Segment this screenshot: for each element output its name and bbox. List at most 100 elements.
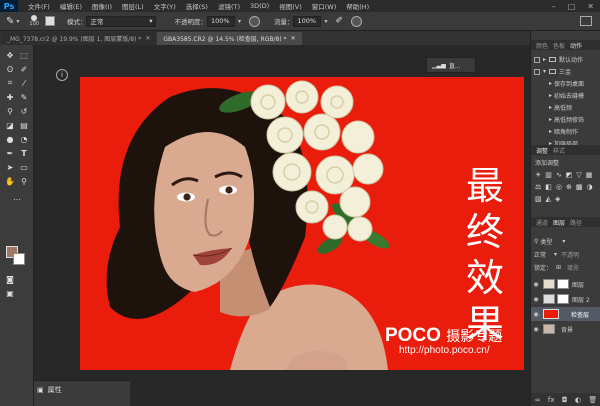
chevron-down-icon[interactable]: ▾	[324, 18, 327, 25]
channel-mixer-icon[interactable]: ⊕	[566, 183, 572, 191]
action-item[interactable]: ▸ 高低频	[531, 102, 600, 113]
zoom-tool-icon[interactable]: ⚲	[18, 175, 30, 187]
clone-stamp-tool-icon[interactable]: ⚲	[4, 105, 16, 117]
tab-paths[interactable]: 路径	[570, 218, 582, 227]
eraser-tool-icon[interactable]: ◪	[4, 119, 16, 131]
menu-view[interactable]: 视图(V)	[279, 1, 302, 11]
link-icon[interactable]: ∞	[535, 396, 541, 404]
brush-tool-icon[interactable]: ✎	[18, 91, 30, 103]
fx-icon[interactable]: fx	[548, 396, 555, 404]
brush-preset-picker[interactable]: 100	[29, 15, 39, 27]
layer-kind-filter[interactable]: ⚲ 类型 ▾	[531, 236, 600, 247]
hue-saturation-icon[interactable]: ▦	[586, 171, 593, 179]
blur-tool-icon[interactable]: ●	[4, 133, 16, 145]
image-canvas[interactable]: 最 终 效 果 POCO 摄影专题 http://photo.poco.cn/	[80, 77, 524, 370]
hand-tool-icon[interactable]: ✋	[4, 175, 16, 187]
action-item[interactable]: ▸ 初始去缝模	[531, 90, 600, 101]
invert-icon[interactable]: ◑	[587, 183, 593, 191]
chevron-right-icon[interactable]: ▸	[549, 80, 552, 87]
tab-swatches[interactable]: 色板	[553, 41, 565, 50]
action-set-sanjin[interactable]: ▾ 三金	[531, 66, 600, 77]
tab-actions[interactable]: 动作	[570, 41, 582, 50]
action-item[interactable]: ▸ 保存到桌面	[531, 78, 600, 89]
chevron-right-icon[interactable]: ▸	[549, 116, 552, 123]
color-lookup-icon[interactable]: ▩	[576, 183, 583, 191]
menu-help[interactable]: 帮助(H)	[346, 1, 369, 11]
layer-row-selected[interactable]: ◉ 检查层	[531, 307, 600, 321]
pressure-size-icon[interactable]	[351, 15, 363, 27]
more-tools-icon[interactable]: ⋯	[11, 193, 23, 205]
menu-window[interactable]: 窗口(W)	[312, 1, 337, 11]
action-item[interactable]: ▸ 暗角制作	[531, 126, 600, 137]
tab-adjustments[interactable]: 调整	[536, 146, 548, 155]
visibility-eye-icon[interactable]: ◉	[531, 296, 541, 303]
airbrush-icon[interactable]: ✐	[335, 16, 343, 26]
brightness-icon[interactable]: ☀	[535, 171, 541, 179]
tab-layers[interactable]: 图层	[553, 218, 565, 227]
tab-channels[interactable]: 通道	[536, 218, 548, 227]
curves-icon[interactable]: ∿	[556, 171, 562, 179]
threshold-icon[interactable]: ◭	[546, 195, 551, 203]
chevron-right-icon[interactable]: ▸	[543, 56, 546, 63]
checkbox-icon[interactable]	[534, 56, 540, 63]
photo-filter-icon[interactable]: ◎	[556, 183, 562, 191]
menu-edit[interactable]: 编辑(E)	[60, 1, 82, 11]
levels-icon[interactable]: ▥	[545, 171, 552, 179]
chevron-down-icon[interactable]: ▾	[543, 68, 546, 75]
action-set-default[interactable]: ▸ 默认动作	[531, 54, 600, 65]
marquee-tool-icon[interactable]: ⬚	[18, 49, 30, 61]
brush-tool-icon[interactable]: ✎	[6, 16, 14, 27]
background-color-swatch[interactable]	[13, 253, 25, 265]
tab-styles[interactable]: 样式	[553, 146, 565, 155]
lasso-tool-icon[interactable]: ʘ	[4, 63, 16, 75]
history-brush-tool-icon[interactable]: ↺	[18, 105, 30, 117]
exposure-icon[interactable]: ◩	[566, 171, 573, 179]
black-white-icon[interactable]: ◧	[545, 183, 552, 191]
tab-color[interactable]: 颜色	[536, 41, 548, 50]
pressure-opacity-icon[interactable]	[248, 15, 260, 27]
mode-select[interactable]: 正常 ▾	[86, 15, 157, 27]
action-item[interactable]: ▸ 高低频修饰	[531, 114, 600, 125]
close-tab-icon[interactable]: ✕	[145, 35, 150, 42]
shape-tool-icon[interactable]: ▭	[18, 161, 30, 173]
visibility-eye-icon[interactable]: ◉	[531, 326, 541, 333]
quick-mask-icon[interactable]: ◙	[4, 273, 16, 285]
close-icon[interactable]: ✕	[587, 2, 594, 11]
menu-select[interactable]: 选择(S)	[186, 1, 208, 11]
menu-layer[interactable]: 图层(L)	[122, 1, 144, 11]
eyedropper-tool-icon[interactable]: ⁄	[18, 77, 30, 89]
workspace-switcher-icon[interactable]	[580, 16, 592, 26]
dropdown-arrow-icon[interactable]: ▾	[16, 18, 19, 25]
info-icon[interactable]: i	[56, 69, 68, 81]
screen-mode-icon[interactable]: ▣	[4, 287, 16, 299]
color-balance-icon[interactable]: ⚖	[535, 183, 541, 191]
properties-tab[interactable]: ▣ 属性	[37, 385, 62, 395]
visibility-eye-icon[interactable]: ◉	[531, 281, 541, 288]
healing-brush-tool-icon[interactable]: ✚	[4, 91, 16, 103]
menu-file[interactable]: 文件(F)	[28, 1, 50, 11]
chevron-down-icon[interactable]: ▾	[238, 18, 241, 25]
menu-filter[interactable]: 滤镜(T)	[218, 1, 240, 11]
chevron-right-icon[interactable]: ▸	[549, 92, 552, 99]
menu-3d[interactable]: 3D(D)	[250, 2, 269, 10]
tab-document-2[interactable]: GBA3585.CR2 @ 14.5% (检查层, RGB/8) * ✕	[157, 32, 302, 45]
gradient-tool-icon[interactable]: ▤	[18, 119, 30, 131]
brush-panel-icon[interactable]	[44, 16, 55, 26]
chevron-right-icon[interactable]: ▸	[549, 128, 552, 135]
layer-row[interactable]: ◉ 图层 2	[531, 292, 600, 306]
opacity-input[interactable]: 100%	[206, 15, 235, 27]
dodge-tool-icon[interactable]: ◔	[18, 133, 30, 145]
close-tab-icon[interactable]: ✕	[291, 35, 296, 42]
pen-tool-icon[interactable]: ✒	[4, 147, 16, 159]
trash-icon[interactable]: 🗑	[588, 396, 597, 404]
crop-tool-icon[interactable]: ⌗	[4, 77, 16, 89]
posterize-icon[interactable]: ▨	[535, 195, 542, 203]
chevron-right-icon[interactable]: ▸	[549, 104, 552, 111]
maximize-icon[interactable]: □	[568, 2, 576, 11]
menu-image[interactable]: 图像(I)	[92, 1, 112, 11]
flow-input[interactable]: 100%	[293, 15, 322, 27]
navigator-badge[interactable]: ▁▃▅ 直...	[426, 57, 476, 73]
mask-icon[interactable]: ◘	[562, 396, 568, 404]
selective-color-icon[interactable]: ◈	[555, 195, 560, 203]
adjustment-layer-icon[interactable]: ◐	[575, 396, 581, 404]
